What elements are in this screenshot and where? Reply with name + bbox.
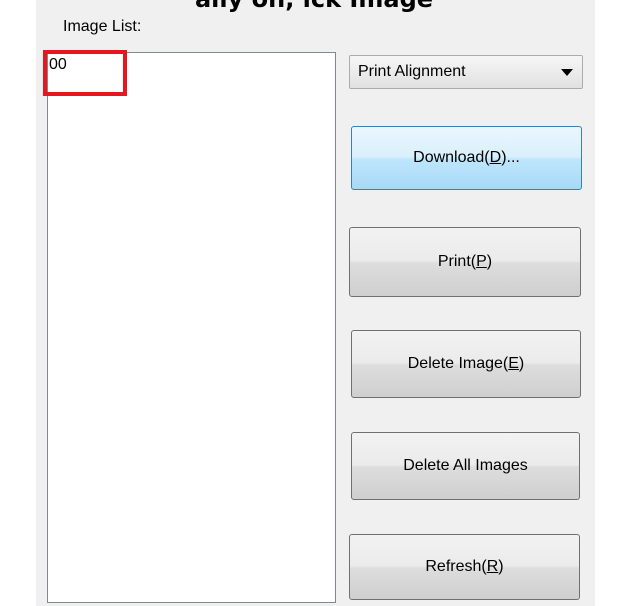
- refresh-mnemonic: R: [486, 558, 499, 575]
- refresh-button[interactable]: Refresh(R): [349, 534, 580, 600]
- delete-image-mnemonic: E: [508, 355, 519, 372]
- cropped-heading-text: ally on, ick Image: [0, 0, 628, 13]
- refresh-label-end: ): [498, 558, 504, 575]
- print-label-end: ): [486, 253, 493, 270]
- download-label-end: )...: [501, 149, 520, 166]
- delete-all-images-button[interactable]: Delete All Images: [351, 432, 580, 500]
- download-label-start: Download(: [413, 149, 490, 166]
- print-label-start: Print(: [437, 253, 477, 270]
- delete-image-button[interactable]: Delete Image(E): [351, 330, 581, 398]
- image-list-label: Image List:: [63, 18, 142, 35]
- annotation-highlight-box: [43, 50, 127, 96]
- mode-select[interactable]: Print Alignment: [349, 55, 583, 89]
- refresh-label-start: Refresh(: [425, 558, 487, 575]
- delete-all-images-label: Delete All Images: [403, 457, 528, 474]
- print-button[interactable]: Print(P): [349, 227, 581, 297]
- mode-select-value: Print Alignment: [358, 63, 466, 80]
- download-button[interactable]: Download(D)...: [351, 126, 582, 190]
- delete-image-label-start: Delete Image(: [407, 355, 509, 372]
- print-mnemonic: P: [476, 253, 487, 270]
- image-listbox[interactable]: [47, 52, 336, 603]
- download-mnemonic: D: [489, 149, 502, 166]
- delete-image-label-end: ): [518, 355, 525, 372]
- chevron-down-icon: [561, 69, 573, 76]
